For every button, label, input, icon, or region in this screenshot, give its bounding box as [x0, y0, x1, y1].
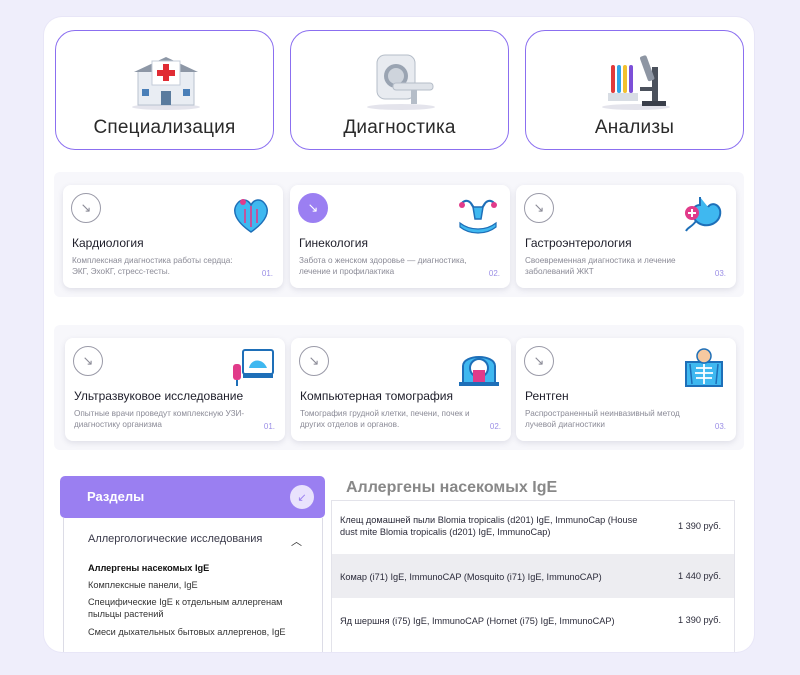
sidebar-body: Аллергологические исследования ︿ Аллерге… [63, 518, 323, 652]
service-title: Кардиология [72, 236, 144, 250]
arrow-down-right-icon[interactable]: ↘ [299, 346, 329, 376]
xray-icon [685, 348, 723, 387]
service-description: Комплексная диагностика работы сердца: Э… [72, 256, 233, 276]
page-frame: Специализация Диагностика Анализы ↘ Кард… [44, 17, 754, 652]
analysis-price: 1 390 руб. [677, 615, 721, 625]
category-label: Анализы [594, 117, 675, 138]
service-title: Ультразвуковое исследование [74, 389, 244, 403]
service-card-ultrasound[interactable]: ↘ Ультразвуковое исследование Опытные вр… [65, 338, 285, 441]
sidebar-item-insect-allergens[interactable]: Аллергены насекомых IgE [88, 562, 298, 574]
category-card-diagnostics[interactable]: Диагностика [290, 30, 509, 150]
sidebar-item-pollen-allergens[interactable]: Специфические IgE к отдельным аллергенам… [88, 596, 298, 620]
service-description: Распространенный неинвазивный метод луче… [525, 409, 680, 429]
table-title: Аллергены насекомых IgE [346, 479, 558, 496]
analysis-name: Яд шершня (i75) IgE, ImmunoCAP (Hornet (… [340, 616, 615, 626]
sidebar-header[interactable]: Разделы ↙ [60, 476, 325, 518]
service-number: 01. [263, 422, 275, 431]
sidebar-item-complex-panels[interactable]: Комплексные панели, IgE [88, 579, 298, 591]
sidebar-group-allergology[interactable]: Аллергологические исследования [88, 533, 262, 545]
ct-scanner-icon [459, 356, 499, 386]
arrow-down-right-icon[interactable]: ↘ [524, 346, 554, 376]
sidebar-item-household-allergens[interactable]: Смеси дыхательных бытовых аллергенов, Ig… [88, 626, 298, 638]
analysis-price: 1 390 руб. [677, 521, 721, 531]
sections-sidebar: Разделы ↙ Аллергологические исследования… [60, 476, 325, 652]
microscope-icon [602, 55, 670, 110]
arrow-down-right-icon[interactable]: ↙ [290, 485, 314, 509]
service-card-ct[interactable]: ↘ Компьютерная томография Томография гру… [291, 338, 511, 441]
service-number: 03. [714, 269, 726, 278]
arrow-down-right-icon[interactable]: ↘ [298, 193, 328, 223]
analysis-name: Клещ домашней пыли Blomia tropicalis (d2… [340, 515, 638, 537]
service-number: 03. [714, 422, 726, 431]
heart-icon [234, 199, 268, 233]
service-number: 02. [488, 269, 500, 278]
category-card-specialization[interactable]: Специализация [55, 30, 274, 150]
service-title: Гинекология [299, 236, 369, 250]
arrow-down-right-icon[interactable]: ↘ [71, 193, 101, 223]
ultrasound-icon [233, 349, 274, 386]
service-card-xray[interactable]: ↘ Рентген Распространенный неинвазивный … [516, 338, 736, 441]
service-card-gastroenterology[interactable]: ↘ Гастроэнтерология Своевременная диагно… [516, 185, 736, 288]
service-description: Опытные врачи проведут комплексную УЗИ-д… [74, 409, 245, 429]
analysis-name: Комар (i71) IgE, ImmunoCAP (Mosquito (i7… [340, 572, 602, 582]
service-title: Компьютерная томография [300, 389, 453, 403]
service-number: 02. [489, 422, 501, 431]
price-table: Клещ домашней пыли Blomia tropicalis (d2… [331, 500, 735, 652]
service-description: Томография грудной клетки, печени, почек… [300, 409, 470, 429]
table-row[interactable]: Клещ домашней пыли Blomia tropicalis (d2… [332, 501, 734, 554]
category-label: Специализация [93, 117, 236, 138]
service-title: Гастроэнтерология [525, 236, 632, 250]
table-row[interactable]: Яд шершня (i75) IgE, ImmunoCAP (Hornet (… [332, 598, 734, 642]
sidebar-title: Разделы [87, 489, 145, 504]
service-card-gynecology[interactable]: ↘ Гинекология Забота о женском здоровье … [290, 185, 510, 288]
service-description: Забота о женском здоровье — диагностика,… [299, 256, 467, 276]
analysis-price: 1 440 руб. [677, 571, 721, 581]
service-card-cardiology[interactable]: ↘ Кардиология Комплексная диагностика ра… [63, 185, 283, 288]
service-description: Своевременная диагностика и лечение забо… [525, 256, 676, 276]
table-row[interactable]: Комар (i71) IgE, ImmunoCAP (Mosquito (i7… [332, 554, 734, 598]
arrow-down-right-icon[interactable]: ↘ [73, 346, 103, 376]
category-card-analyses[interactable]: Анализы [525, 30, 744, 150]
service-title: Рентген [525, 389, 569, 403]
mri-scanner-icon [367, 54, 435, 110]
category-label: Диагностика [343, 117, 456, 138]
uterus-icon [459, 199, 497, 234]
service-number: 01. [261, 269, 273, 278]
chevron-up-icon[interactable]: ︿ [291, 533, 302, 549]
stomach-icon [685, 197, 722, 232]
arrow-down-right-icon[interactable]: ↘ [524, 193, 554, 223]
hospital-icon [132, 57, 200, 110]
